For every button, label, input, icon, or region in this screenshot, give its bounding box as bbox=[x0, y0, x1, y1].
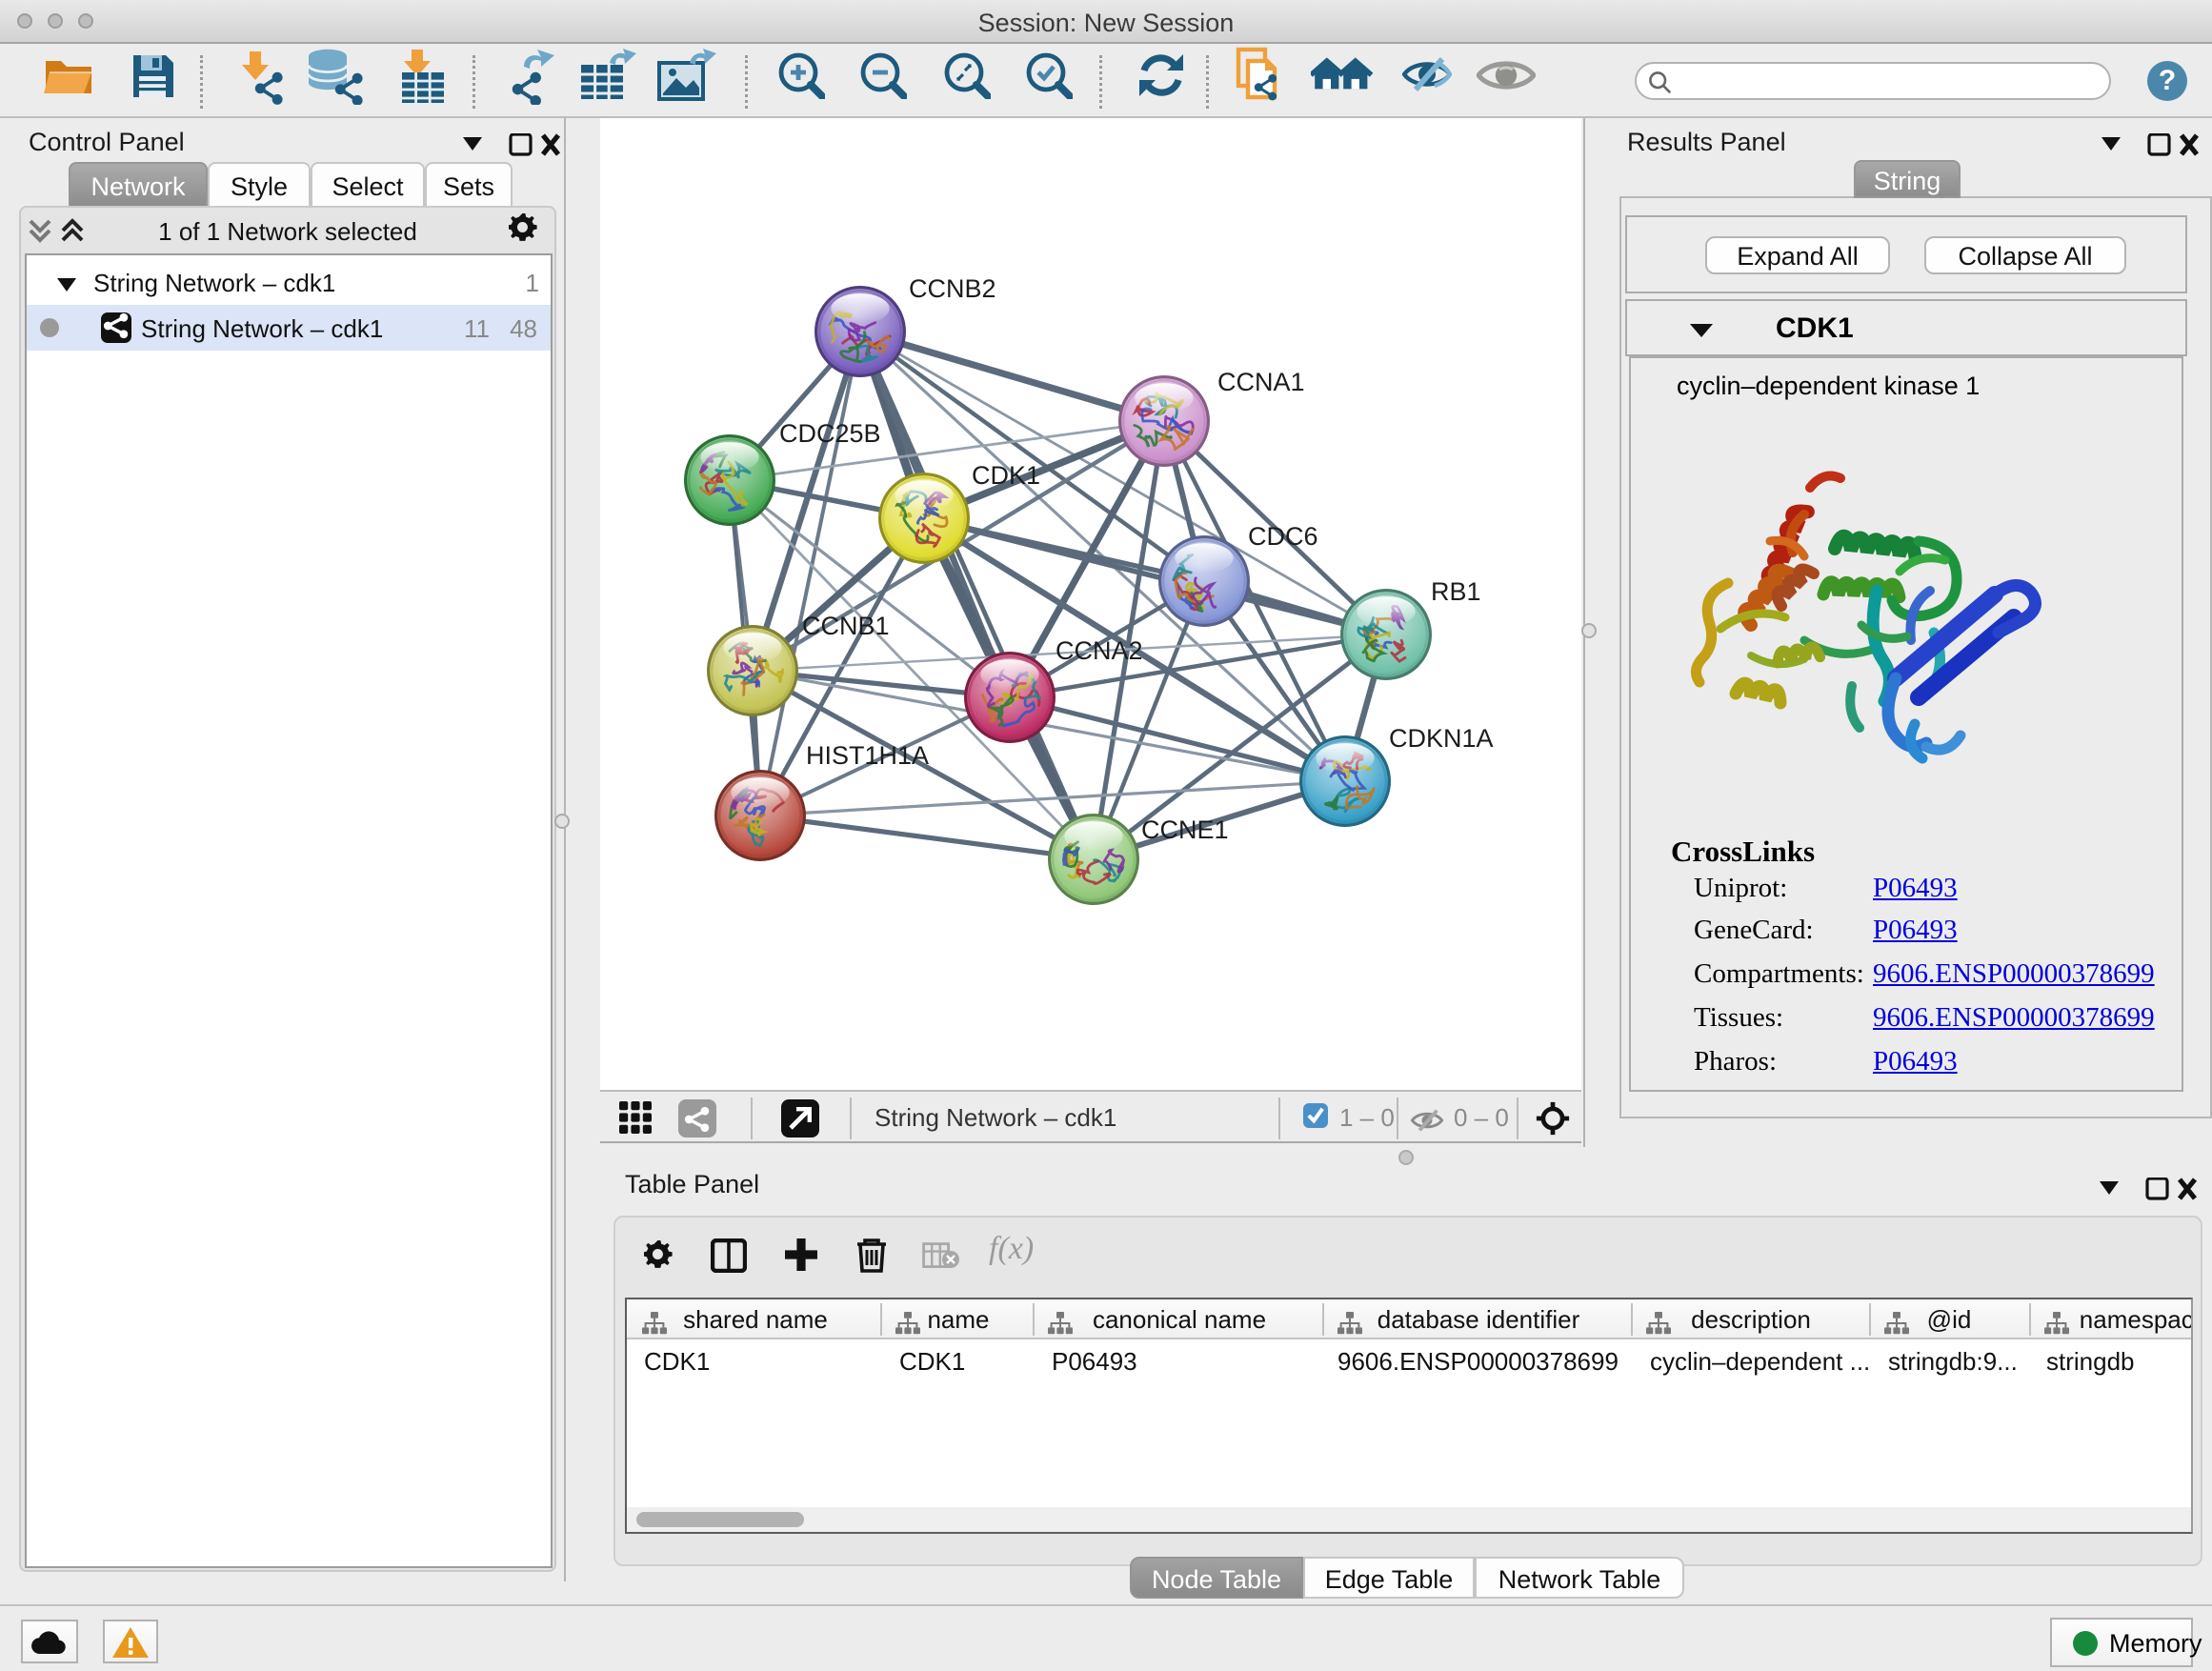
svg-text:CDC25B: CDC25B bbox=[779, 419, 881, 448]
svg-text:CCNA2: CCNA2 bbox=[1056, 636, 1143, 665]
svg-text:CDC6: CDC6 bbox=[1248, 522, 1318, 551]
svg-text:CDK1: CDK1 bbox=[972, 461, 1040, 490]
svg-text:HIST1H1A: HIST1H1A bbox=[806, 741, 929, 770]
svg-text:CCNE1: CCNE1 bbox=[1141, 815, 1229, 844]
svg-text:CCNA1: CCNA1 bbox=[1217, 368, 1305, 396]
svg-text:CCNB1: CCNB1 bbox=[802, 612, 890, 640]
svg-text:CDKN1A: CDKN1A bbox=[1389, 724, 1494, 753]
svg-text:RB1: RB1 bbox=[1431, 577, 1481, 606]
svg-text:CCNB2: CCNB2 bbox=[909, 274, 996, 303]
